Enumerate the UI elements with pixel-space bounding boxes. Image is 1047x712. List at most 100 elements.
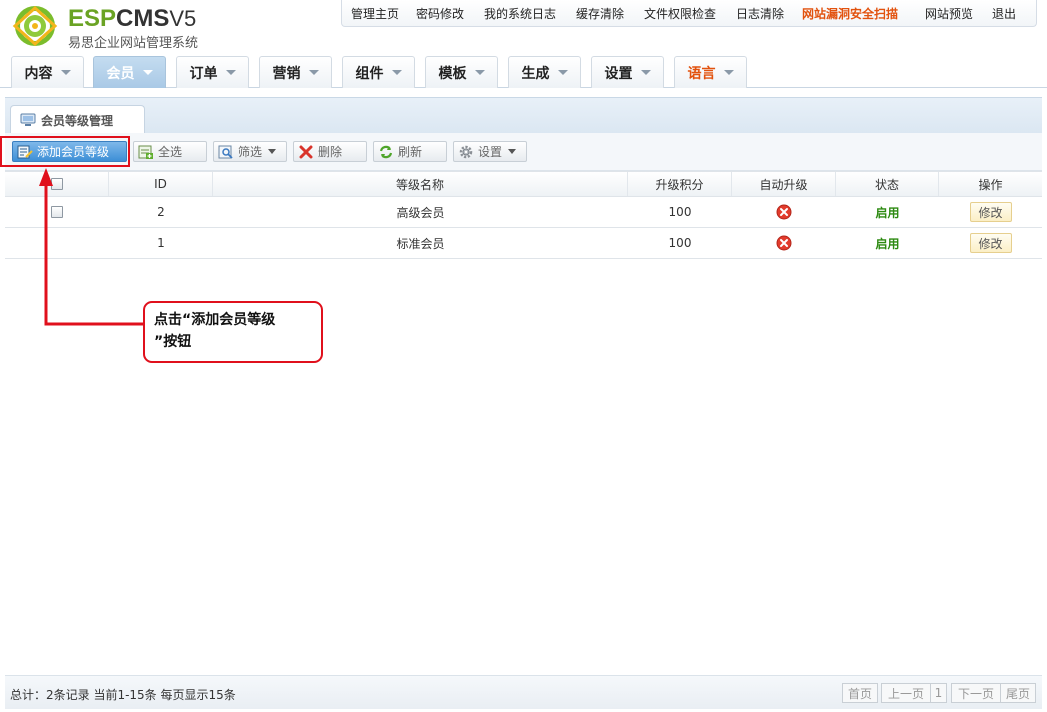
logo-subtitle: 易思企业网站管理系统	[68, 36, 199, 51]
pager-current[interactable]: 1	[930, 683, 947, 703]
topnav-clear-log[interactable]: 日志清除	[736, 5, 784, 22]
header-id[interactable]: ID	[109, 172, 213, 196]
refresh-icon	[379, 145, 393, 158]
chevron-down-icon	[60, 70, 71, 75]
toolbar: 添加会员等级 全选 筛选 删除 刷新 设置	[5, 133, 1042, 171]
tab-settings[interactable]: 设置	[591, 56, 664, 88]
pager-prev[interactable]: 上一页	[881, 683, 931, 703]
row-checkbox[interactable]	[51, 206, 63, 218]
select-all-button[interactable]: 全选	[133, 141, 207, 162]
table-row: 1 标准会员 100 启用 修改	[5, 228, 1042, 259]
settings-label: 设置	[478, 145, 503, 159]
no-icon[interactable]	[776, 204, 792, 220]
topnav-site-preview[interactable]: 网站预览	[925, 5, 973, 22]
row-level-name: 高级会员	[396, 205, 445, 220]
select-all-label: 全选	[158, 145, 183, 159]
tab-orders[interactable]: 订单	[176, 56, 249, 88]
pager-first[interactable]: 首页	[842, 683, 878, 703]
settings-dropdown[interactable]: 设置	[453, 141, 527, 162]
tab-label: 设置	[604, 65, 633, 82]
topnav-password[interactable]: 密码修改	[416, 5, 464, 22]
select-all-checkbox[interactable]	[51, 178, 63, 190]
delete-label: 删除	[318, 145, 343, 159]
pager-last[interactable]: 尾页	[1000, 683, 1036, 703]
delete-icon	[299, 145, 313, 158]
header-level-name[interactable]: 等级名称	[213, 172, 628, 196]
header-checkbox-cell	[5, 172, 109, 196]
topnav-security-scan[interactable]: 网站漏洞安全扫描	[802, 5, 898, 22]
header-auto-upgrade[interactable]: 自动升级	[732, 172, 836, 196]
edit-button[interactable]: 修改	[969, 233, 1012, 253]
logo-mark-icon	[12, 5, 58, 47]
chevron-down-icon	[508, 149, 517, 154]
row-auto-upgrade	[732, 228, 836, 258]
row-actions: 修改	[939, 228, 1042, 258]
main-navigation: 内容 会员 订单 营销 组件 模板 生成 设置 语言	[0, 56, 1047, 88]
table-row: 2 高级会员 100 启用 修改	[5, 197, 1042, 228]
panel-title: 会员等级管理	[41, 113, 114, 128]
row-actions: 修改	[939, 197, 1042, 227]
row-status[interactable]: 启用	[836, 228, 939, 258]
tab-marketing[interactable]: 营销	[259, 56, 332, 88]
chevron-down-icon	[142, 70, 153, 75]
panel-tab-member-level[interactable]: 会员等级管理	[10, 105, 145, 134]
select-all-icon	[138, 145, 153, 159]
tab-label: 语言	[687, 65, 716, 82]
edit-button[interactable]: 修改	[969, 202, 1012, 222]
logo[interactable]: ESPCMSV5 易思企业网站管理系统	[10, 4, 230, 51]
topnav-clear-cache[interactable]: 缓存清除	[576, 5, 624, 22]
tab-label: 会员	[106, 65, 135, 82]
chevron-down-icon	[225, 70, 236, 75]
filter-icon	[218, 145, 233, 159]
chevron-down-icon	[391, 70, 402, 75]
chevron-down-icon	[557, 70, 568, 75]
logo-cms: CMS	[116, 5, 170, 32]
topnav-home[interactable]: 管理主页	[351, 5, 399, 22]
row-id: 2	[157, 205, 165, 219]
tab-content[interactable]: 内容	[11, 56, 84, 88]
topnav-file-permission[interactable]: 文件权限检查	[644, 5, 716, 22]
chevron-down-icon	[268, 149, 277, 154]
tab-label: 订单	[189, 65, 218, 82]
refresh-label: 刷新	[398, 145, 423, 159]
chevron-down-icon	[474, 70, 485, 75]
chevron-down-icon	[723, 70, 734, 75]
top-navigation: 管理主页 密码修改 我的系统日志 缓存清除 文件权限检查 日志清除 网站漏洞安全…	[341, 0, 1037, 27]
tab-language[interactable]: 语言	[674, 56, 747, 88]
member-level-table: ID 等级名称 升级积分 自动升级 状态 操作 2 高级会员 100 启用 修改…	[5, 171, 1042, 259]
topnav-logout[interactable]: 退出	[992, 5, 1016, 22]
tab-label: 组件	[355, 65, 384, 82]
chevron-down-icon	[640, 70, 651, 75]
record-summary: 总计：2条记录 当前1-15条 每页显示15条	[10, 688, 236, 702]
panel-header: 会员等级管理	[5, 97, 1042, 134]
annotation-callout: 点击“添加会员等级 ”按钮	[143, 301, 323, 363]
header-status[interactable]: 状态	[836, 172, 939, 196]
header-actions: 操作	[978, 177, 1003, 192]
no-icon[interactable]	[776, 235, 792, 251]
tab-label: 内容	[24, 65, 53, 82]
highlight-box	[0, 136, 130, 167]
refresh-button[interactable]: 刷新	[373, 141, 447, 162]
topnav-system-log[interactable]: 我的系统日志	[484, 5, 556, 22]
row-upgrade-points: 100	[668, 205, 692, 219]
header: ESPCMSV5 易思企业网站管理系统 管理主页 密码修改 我的系统日志 缓存清…	[0, 0, 1047, 88]
logo-version: V5	[169, 6, 197, 31]
tab-generate[interactable]: 生成	[508, 56, 581, 88]
filter-label: 筛选	[238, 145, 263, 159]
row-checkbox-cell	[5, 197, 109, 227]
pager-next[interactable]: 下一页	[951, 683, 1001, 703]
row-upgrade-points: 100	[668, 236, 692, 250]
tab-member[interactable]: 会员	[93, 56, 166, 88]
delete-button[interactable]: 删除	[293, 141, 367, 162]
row-id: 1	[157, 236, 165, 250]
gear-icon	[459, 145, 473, 158]
row-status[interactable]: 启用	[836, 197, 939, 227]
logo-text: ESPCMSV5	[68, 6, 196, 32]
header-upgrade-points[interactable]: 升级积分	[628, 172, 732, 196]
tab-components[interactable]: 组件	[342, 56, 415, 88]
tab-label: 生成	[521, 65, 550, 82]
tab-templates[interactable]: 模板	[425, 56, 498, 88]
row-level-name: 标准会员	[396, 236, 445, 251]
filter-dropdown[interactable]: 筛选	[213, 141, 287, 162]
tab-label: 模板	[438, 65, 467, 82]
